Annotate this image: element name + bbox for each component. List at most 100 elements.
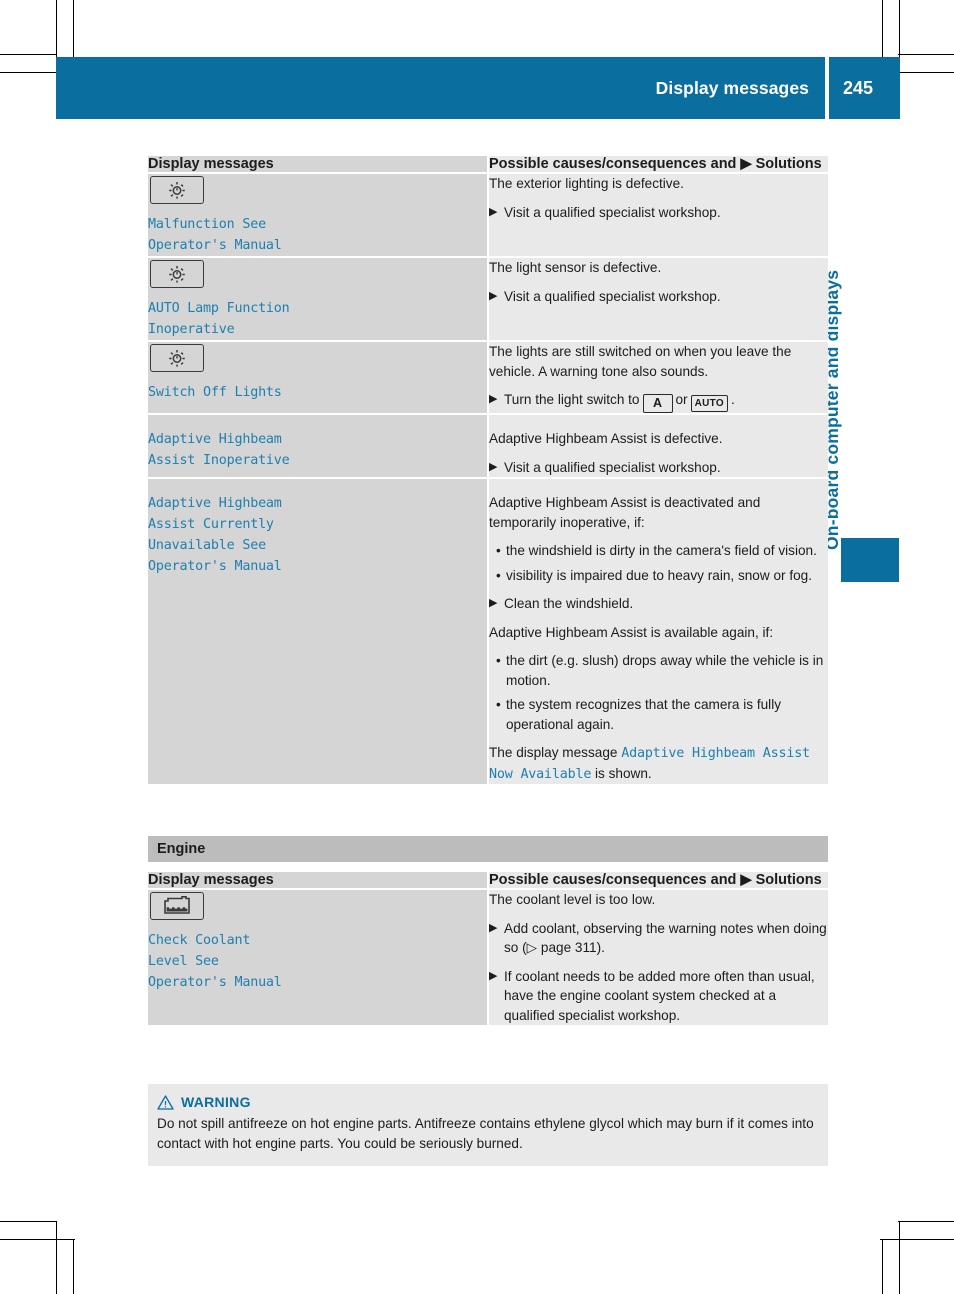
crop-mark-bottom-left-v: [56, 1222, 57, 1294]
lamp-icon: [150, 260, 204, 288]
display-message-text: Malfunction See Operator's Manual: [148, 217, 282, 253]
crop-mark-top-right-h: [898, 54, 954, 55]
chapter-tab-marker: [841, 538, 899, 582]
chapter-tab-label: On-board computer and displays: [822, 269, 842, 550]
list-item-text: the system recognizes that the camera is…: [506, 697, 782, 732]
lamp-icon-glyph: [169, 350, 185, 367]
cause-text: The lights are still switched on when yo…: [489, 344, 792, 379]
crop-mark-top-right-v: [899, 0, 900, 57]
list-item-text: the dirt (e.g. slush) drops away while t…: [506, 653, 824, 688]
causes-cell: The exterior lighting is defective. ▶ Vis…: [487, 173, 828, 258]
solution-text: Add coolant, observing the warning notes…: [504, 920, 827, 956]
causes-cell: The lights are still switched on when yo…: [487, 341, 828, 415]
solution-text: Clean the windshield.: [504, 596, 634, 611]
column-header-causes-solutions: Possible causes/consequences and ▶ Solut…: [487, 156, 828, 174]
cause-text: Adaptive Highbeam Assist is available ag…: [489, 624, 774, 640]
crop-mark-top-left-h: [0, 54, 57, 55]
page-number-block: 245: [829, 57, 900, 119]
solution-text: Visit a qualified specialist workshop.: [504, 288, 721, 304]
crop-mark-top-left-v: [56, 0, 57, 58]
solution-triangle-icon: ▶: [489, 969, 498, 982]
warning-callout: WARNING Do not spill antifreeze on hot e…: [148, 1084, 828, 1166]
light-switch-auto-icon: AUTO: [690, 395, 728, 412]
column-header-display-messages: Display messages: [148, 156, 488, 174]
table-row: Adaptive Highbeam Assist Inoperative Ada…: [148, 414, 828, 479]
list-item: • visibility is impaired due to heavy rai…: [489, 566, 828, 586]
display-message-text: Adaptive Highbeam Assist Inoperative: [148, 432, 290, 468]
crop-mark-bottom-left-v2: [73, 1240, 74, 1294]
solution-item: ▶ Visit a qualified specialist workshop.: [489, 287, 828, 307]
section-title: Engine: [157, 841, 206, 857]
cause-text: Adaptive Highbeam Assist is defective.: [489, 431, 723, 446]
warning-triangle-icon: [157, 1094, 174, 1110]
crop-mark-bottom-left-h: [0, 1221, 57, 1222]
message-cell: Malfunction See Operator's Manual: [148, 173, 488, 258]
solution-item: ▶ Turn the light switch to Aor AUTO.: [489, 390, 828, 413]
solution-triangle-icon: ▶: [489, 393, 498, 405]
closing-prefix: The display message: [489, 745, 622, 760]
bullet-dot-icon: •: [496, 697, 501, 712]
list-item: • the dirt (e.g. slush) drops away while …: [489, 651, 828, 690]
bullet-dot-icon: •: [496, 543, 501, 558]
lamp-icon: [150, 344, 204, 372]
solution-text: Visit a qualified specialist workshop.: [504, 204, 721, 220]
list-item-text: visibility is impaired due to heavy rain…: [506, 567, 812, 583]
solution-item: ▶ If coolant needs to be added more often…: [489, 967, 828, 1026]
cause-text: The coolant level is too low.: [489, 892, 656, 907]
solution-item: ▶ Clean the windshield.: [489, 594, 828, 614]
causes-cell: The light sensor is defective. ▶ Visit a …: [487, 257, 828, 342]
lamp-icon: [150, 176, 204, 204]
causes-cell: The coolant level is too low. ▶ Add coola…: [487, 889, 828, 1027]
coolant-icon: [150, 892, 204, 920]
solution-triangle-icon: ▶: [489, 289, 498, 302]
display-message-text: Switch Off Lights: [148, 385, 282, 400]
solution-item: ▶ Add coolant, observing the warning note…: [489, 919, 828, 958]
bullet-dot-icon: •: [496, 567, 501, 583]
solution-text-prefix: Turn the light switch to: [504, 392, 640, 407]
solution-item: ▶ Visit a qualified specialist workshop.: [489, 203, 828, 223]
solution-item: ▶ Visit a qualified specialist workshop.: [489, 458, 828, 478]
causes-cell: Adaptive Highbeam Assist is deactivated …: [487, 478, 828, 786]
bullet-list: • the windshield is dirty in the camera's…: [489, 541, 828, 585]
list-item: • the system recognizes that the camera i…: [489, 695, 828, 734]
table-header-row: Display messages Possible causes/consequ…: [148, 156, 828, 174]
crop-mark-bottom-right-h2: [880, 1239, 954, 1240]
message-cell: Check Coolant Level See Operator's Manua…: [148, 889, 488, 1027]
warning-label: WARNING: [181, 1094, 251, 1110]
bullet-list: • the dirt (e.g. slush) drops away while …: [489, 651, 828, 734]
list-item: • the windshield is dirty in the camera's…: [489, 541, 828, 561]
message-cell: AUTO Lamp Function Inoperative: [148, 257, 488, 342]
display-message-text: Check Coolant Level See Operator's Manua…: [148, 933, 282, 990]
crop-mark-bottom-right-v2: [882, 1240, 883, 1294]
table-row: AUTO Lamp Function Inoperative The light…: [148, 257, 828, 342]
table-row: Switch Off Lights The lights are still s…: [148, 341, 828, 415]
lamp-icon-glyph: [169, 182, 185, 199]
message-cell: Switch Off Lights: [148, 341, 488, 415]
display-message-text: AUTO Lamp Function Inoperative: [148, 301, 290, 337]
solution-text-suffix: .: [730, 392, 735, 407]
solution-triangle-icon: ▶: [489, 597, 498, 609]
causes-cell: Adaptive Highbeam Assist is defective. ▶…: [487, 414, 828, 479]
light-switch-a-icon: A: [642, 394, 673, 413]
table-header-row: Display messages Possible causes/consequ…: [148, 872, 828, 890]
display-messages-table-engine: Display messages Possible causes/consequ…: [148, 872, 828, 1027]
display-messages-table-lighting: Display messages Possible causes/consequ…: [148, 156, 828, 786]
closing-note: The display message Adaptive Highbeam As…: [489, 743, 828, 784]
page-header-bar: Display messages: [56, 57, 825, 119]
lamp-icon-glyph: [169, 266, 185, 283]
crop-mark-top-left-v2: [73, 0, 74, 58]
closing-suffix: is shown.: [591, 765, 652, 781]
message-cell: Adaptive Highbeam Assist Currently Unava…: [148, 478, 488, 786]
solution-text-mid: or: [675, 392, 688, 407]
cause-text: The light sensor is defective.: [489, 260, 662, 275]
table-row: Adaptive Highbeam Assist Currently Unava…: [148, 478, 828, 786]
page-title: Display messages: [655, 77, 809, 98]
table-row: Malfunction See Operator's Manual The ex…: [148, 173, 828, 258]
page-number: 245: [843, 77, 874, 98]
crop-mark-bottom-right-h: [898, 1221, 954, 1222]
solution-triangle-icon: ▶: [489, 460, 498, 473]
section-header-engine: Engine: [148, 836, 828, 862]
bullet-dot-icon: •: [496, 653, 501, 668]
message-cell: Adaptive Highbeam Assist Inoperative: [148, 414, 488, 479]
list-item-text: the windshield is dirty in the camera's …: [506, 543, 817, 558]
